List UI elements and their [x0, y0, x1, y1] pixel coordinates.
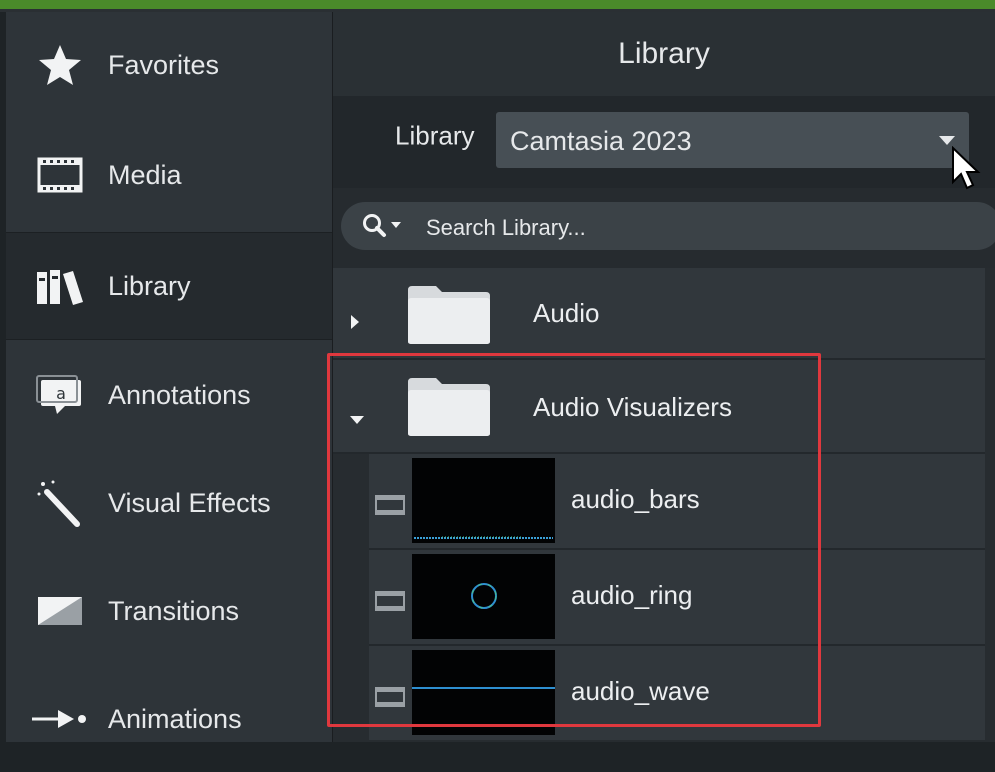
sidebar-item-library[interactable]: Library [6, 232, 332, 340]
search-icon[interactable] [361, 212, 405, 246]
transition-icon [32, 583, 88, 639]
animation-arrow-icon [32, 691, 88, 747]
sidebar-item-visual-effects[interactable]: Visual Effects [6, 450, 332, 556]
sidebar-item-animations[interactable]: Animations [6, 666, 332, 772]
library-dropdown[interactable]: Camtasia 2023 [496, 112, 969, 168]
scrollbar-track[interactable] [985, 268, 995, 742]
sidebar-item-label: Library [108, 270, 191, 301]
search-row: Search Library... [333, 188, 995, 268]
expand-arrow-icon[interactable] [349, 306, 361, 337]
sidebar-item-label: Media [108, 159, 182, 190]
magic-wand-icon [32, 475, 88, 531]
highlight-box [327, 353, 821, 727]
sidebar-item-label: Annotations [108, 379, 251, 410]
top-accent-strip [0, 0, 995, 9]
sidebar-item-annotations[interactable]: a Annotations [6, 342, 332, 448]
mouse-cursor-icon [951, 145, 981, 197]
sidebar-item-label: Animations [108, 703, 242, 734]
books-icon [32, 258, 88, 314]
sidebar-item-label: Favorites [108, 49, 220, 80]
folder-row-audio[interactable]: Audio [333, 268, 985, 358]
svg-text:a: a [56, 384, 66, 403]
dropdown-arrow-icon[interactable] [939, 136, 955, 145]
callout-icon: a [32, 367, 88, 423]
search-placeholder: Search Library... [426, 215, 586, 240]
sidebar-item-transitions[interactable]: Transitions [6, 558, 332, 664]
library-dropdown-value: Camtasia 2023 [510, 126, 692, 156]
panel-title: Library [333, 12, 995, 96]
star-icon [32, 37, 88, 93]
sidebar-item-label: Visual Effects [108, 487, 271, 518]
folder-icon [406, 284, 492, 353]
sidebar-item-favorites[interactable]: Favorites [6, 12, 332, 118]
sidebar: Favorites Media Library a Annotations Vi… [6, 12, 333, 742]
film-icon [32, 147, 88, 203]
search-input[interactable]: Search Library... [341, 202, 995, 250]
sidebar-item-label: Transitions [108, 595, 240, 626]
library-selector-label: Library [395, 120, 475, 151]
sidebar-item-media[interactable]: Media [6, 122, 332, 228]
library-selector-row: Library Camtasia 2023 [333, 96, 995, 188]
folder-name: Audio [533, 298, 600, 328]
